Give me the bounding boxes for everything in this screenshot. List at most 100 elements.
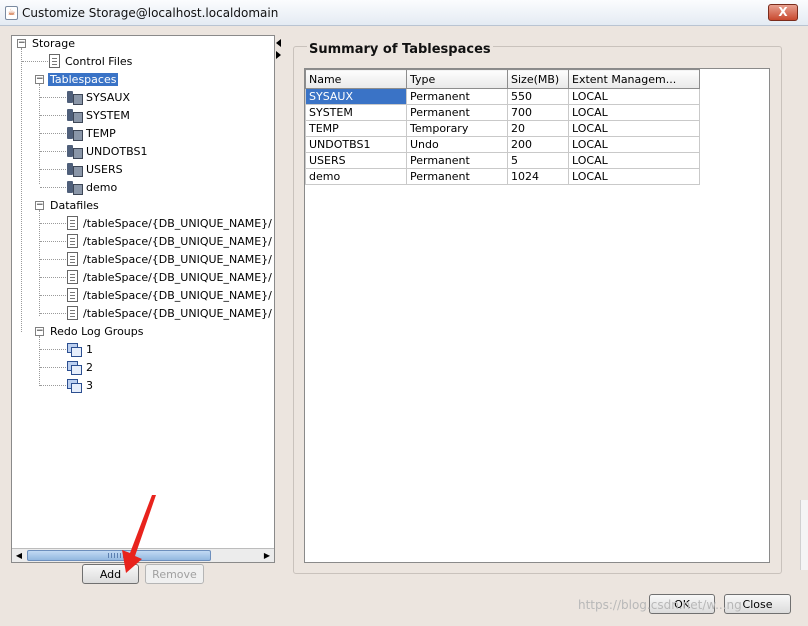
datafile-icon [67,252,78,266]
tree-node-label: USERS [86,163,123,176]
table-cell[interactable]: UNDOTBS1 [305,136,407,153]
title-bar: ☕ Customize Storage@localhost.localdomai… [0,0,808,26]
tree-line [40,277,66,278]
tree-line [40,385,66,386]
tablespace-icon [67,108,83,123]
tree-node-tablespaces[interactable]: Tablespaces [48,72,119,89]
table-cell[interactable]: LOCAL [568,136,700,153]
tree-node-label: /tableSpace/{DB_UNIQUE_NAME}/ [83,253,272,266]
table-row[interactable]: TEMP Temporary 20 LOCAL [305,120,700,137]
tree-node-tablespace[interactable]: SYSAUX [67,90,132,107]
collapse-datafiles-icon[interactable]: − [35,201,44,210]
tree-node-label: UNDOTBS1 [86,145,148,158]
tree-node-redo-log-groups[interactable]: Redo Log Groups [48,324,146,341]
table-cell[interactable]: Permanent [406,88,508,105]
tree-node-storage[interactable]: Storage [30,36,77,53]
tree-node-tablespace[interactable]: TEMP [67,126,118,143]
table-cell[interactable]: USERS [305,152,407,169]
table-header-row: Name Type Size(MB) Extent Managem... [305,69,700,89]
tree-node-label: /tableSpace/{DB_UNIQUE_NAME}/ [83,289,272,302]
table-cell[interactable]: Permanent [406,152,508,169]
pane-splitter[interactable] [276,33,284,569]
table-row[interactable]: SYSAUX Permanent 550 LOCAL [305,88,700,105]
collapse-right-arrow-icon[interactable] [276,51,281,59]
tree-node-redo-group[interactable]: 3 [67,378,95,395]
tree-node-datafile[interactable]: /tableSpace/{DB_UNIQUE_NAME}/ [67,252,274,269]
tablespace-icon [67,126,83,141]
table-cell[interactable]: 5 [507,152,569,169]
table-cell[interactable]: 700 [507,104,569,121]
tree-node-datafile[interactable]: /tableSpace/{DB_UNIQUE_NAME}/ [67,270,274,287]
table-cell[interactable]: LOCAL [568,168,700,185]
table-cell[interactable]: 200 [507,136,569,153]
tree-node-label: Control Files [65,55,133,68]
tree-line [40,187,66,188]
collapse-redo-icon[interactable]: − [35,327,44,336]
tree-line [40,169,66,170]
table-cell[interactable]: 20 [507,120,569,137]
tree-node-datafile[interactable]: /tableSpace/{DB_UNIQUE_NAME}/ [67,216,274,233]
table-row[interactable]: UNDOTBS1 Undo 200 LOCAL [305,136,700,153]
tree-node-redo-group[interactable]: 1 [67,342,95,359]
tree-line [40,151,66,152]
tree-node-datafile[interactable]: /tableSpace/{DB_UNIQUE_NAME}/ [67,288,274,305]
redo-log-icon [67,360,82,375]
tree-node-datafile[interactable]: /tableSpace/{DB_UNIQUE_NAME}/ [67,306,274,323]
tree-line [40,295,66,296]
tree-node-label: TEMP [86,127,116,140]
table-cell[interactable]: demo [305,168,407,185]
tree-node-label: /tableSpace/{DB_UNIQUE_NAME}/ [83,235,272,248]
table-cell[interactable]: 550 [507,88,569,105]
tree-node-control-files[interactable]: Control Files [49,54,134,71]
redo-log-icon [67,378,82,393]
collapse-left-arrow-icon[interactable] [276,39,281,47]
table-row[interactable]: SYSTEM Permanent 700 LOCAL [305,104,700,121]
datafile-icon [67,306,78,320]
tree-node-tablespace[interactable]: UNDOTBS1 [67,144,149,161]
collapse-storage-icon[interactable]: − [17,39,26,48]
tree-node-label: 1 [86,343,93,356]
column-header[interactable]: Type [406,69,508,89]
tablespace-table[interactable]: Name Type Size(MB) Extent Managem... SYS… [304,68,770,563]
column-header[interactable]: Name [305,69,407,89]
table-cell[interactable]: TEMP [305,120,407,137]
datafile-icon [67,216,78,230]
tree-node-label: SYSAUX [86,91,130,104]
watermark: https://blog.csdn.net/w...ng [578,598,742,612]
tree-node-datafile[interactable]: /tableSpace/{DB_UNIQUE_NAME}/ [67,234,274,251]
table-row[interactable]: demo Permanent 1024 LOCAL [305,168,700,185]
table-cell[interactable]: SYSTEM [305,104,407,121]
tree-node-label: 2 [86,361,93,374]
tree-line [21,48,22,332]
tree-node-redo-group[interactable]: 2 [67,360,95,377]
table-cell[interactable]: 1024 [507,168,569,185]
scroll-right-arrow-icon[interactable]: ▶ [260,549,274,562]
table-cell[interactable]: Permanent [406,104,508,121]
tree-node-tablespace[interactable]: demo [67,180,119,197]
storage-tree-pane[interactable]: − Storage Control Files − Tablespaces SY… [11,35,275,563]
datafile-icon [67,270,78,284]
datafile-icon [67,234,78,248]
tree-node-tablespace[interactable]: USERS [67,162,125,179]
table-cell[interactable]: Permanent [406,168,508,185]
table-cell[interactable]: LOCAL [568,120,700,137]
tree-line [40,115,66,116]
column-header[interactable]: Size(MB) [507,69,569,89]
collapse-tablespaces-icon[interactable]: − [35,75,44,84]
redo-log-icon [67,342,82,357]
table-cell[interactable]: LOCAL [568,88,700,105]
scroll-left-arrow-icon[interactable]: ◀ [12,549,26,562]
table-cell[interactable]: LOCAL [568,152,700,169]
table-cell[interactable]: Temporary [406,120,508,137]
window-title: Customize Storage@localhost.localdomain [22,6,279,20]
tree-node-datafiles[interactable]: Datafiles [48,198,101,215]
table-cell[interactable]: Undo [406,136,508,153]
table-cell[interactable]: LOCAL [568,104,700,121]
java-app-icon: ☕ [5,6,18,20]
table-row[interactable]: USERS Permanent 5 LOCAL [305,152,700,169]
column-header[interactable]: Extent Managem... [568,69,700,89]
window-close-button[interactable]: X [768,4,798,21]
table-cell[interactable]: SYSAUX [305,88,407,105]
tree-node-tablespace[interactable]: SYSTEM [67,108,132,125]
control-file-icon [49,54,60,68]
